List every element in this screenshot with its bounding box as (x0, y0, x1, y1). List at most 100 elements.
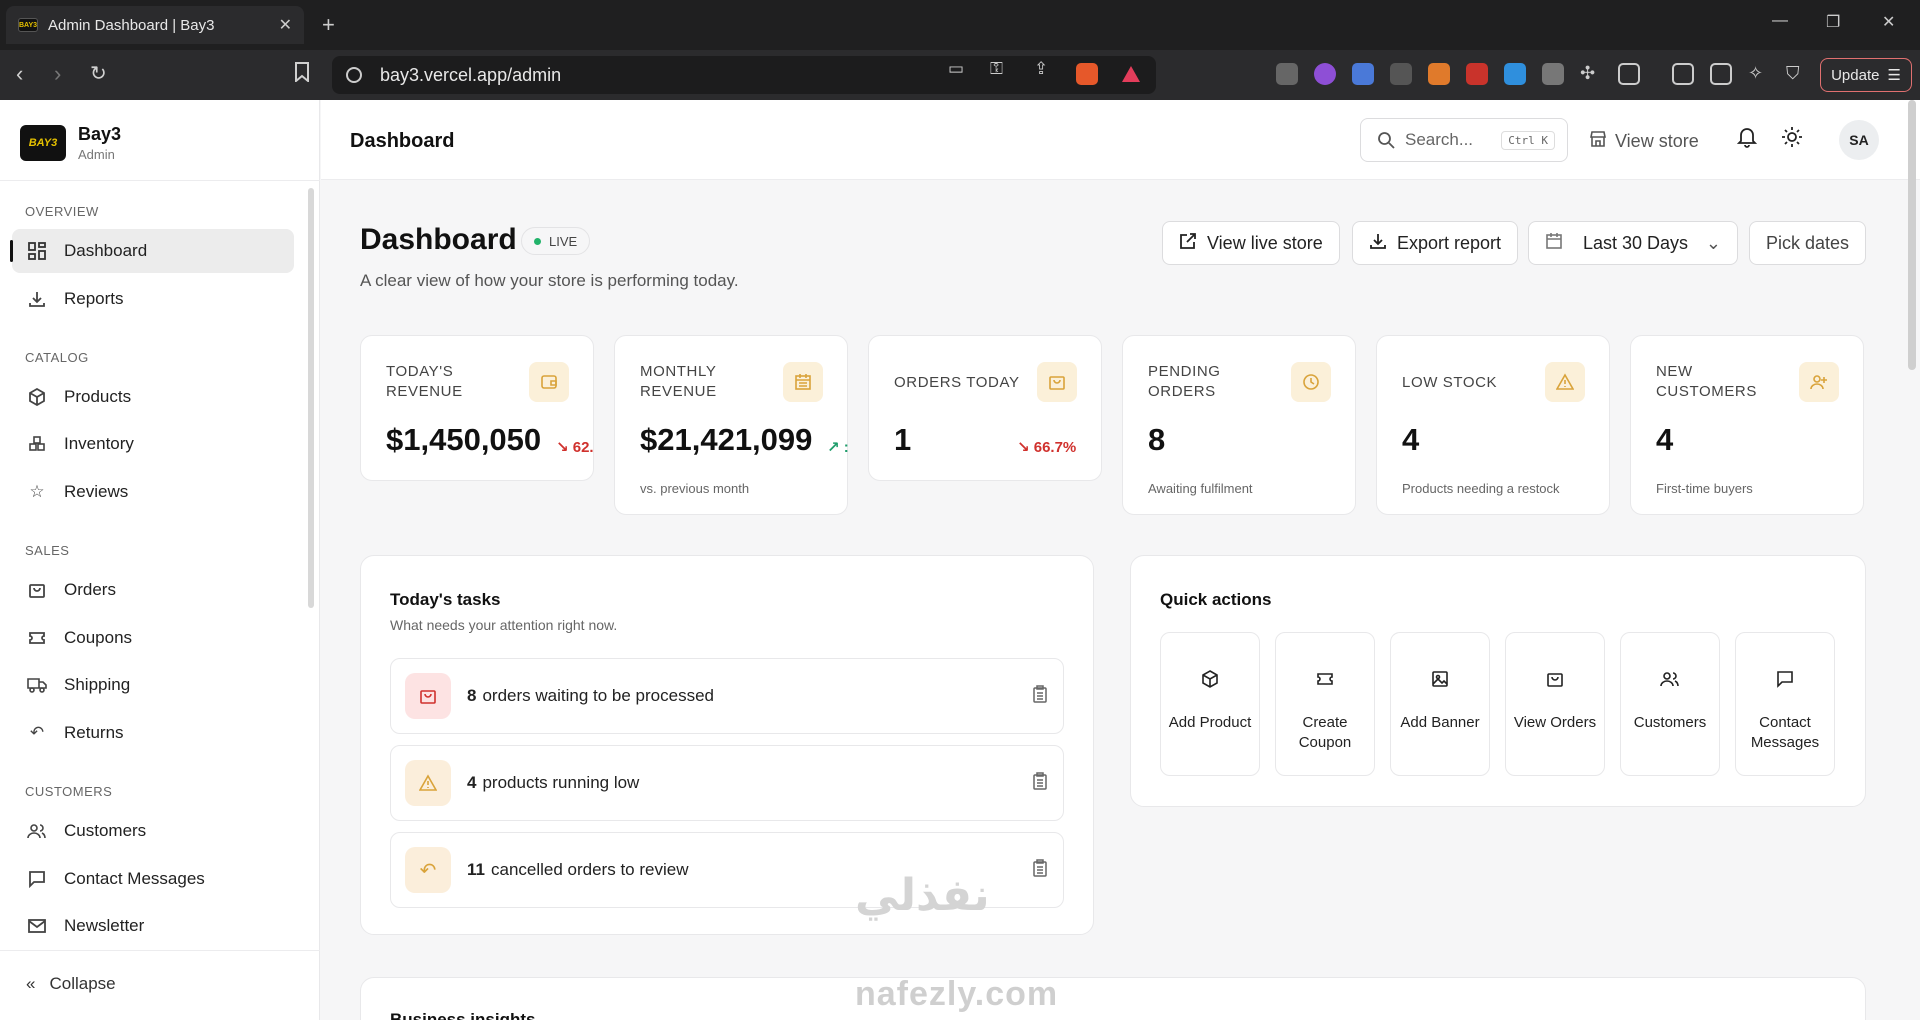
quick-action-contact-messages[interactable]: Contact Messages (1735, 632, 1835, 776)
brave-rewards-icon[interactable] (1120, 63, 1142, 85)
minimize-icon[interactable]: — (1772, 12, 1788, 30)
pick-dates-label: Pick dates (1766, 232, 1850, 253)
quick-action-add-product[interactable]: Add Product (1160, 632, 1260, 776)
sidebar-item-contact-messages[interactable]: Contact Messages (12, 857, 294, 901)
export-report-label: Export report (1397, 232, 1502, 253)
users-icon (26, 820, 48, 842)
undo-icon: ↶ (405, 847, 451, 893)
avatar[interactable]: SA (1839, 120, 1879, 160)
sidebar-item-newsletter[interactable]: Newsletter (12, 904, 294, 948)
sidebar-item-orders[interactable]: Orders (12, 568, 294, 612)
vpn-shield-icon[interactable]: ⛉ (1786, 63, 1808, 85)
quick-action-customers[interactable]: Customers (1620, 632, 1720, 776)
close-tab-icon[interactable]: ✕ (279, 15, 292, 35)
forward-icon[interactable]: › (54, 62, 61, 86)
bag-icon (1535, 659, 1575, 699)
quick-action-create-coupon[interactable]: Create Coupon (1275, 632, 1375, 776)
task-item[interactable]: 4 products running low (390, 745, 1064, 821)
update-button[interactable]: Update ☰ (1820, 58, 1912, 92)
sidebar-item-reviews[interactable]: ☆ Reviews (12, 470, 294, 514)
sidebar-item-returns[interactable]: ↶ Returns (12, 711, 294, 755)
brave-shield-icon[interactable] (1076, 63, 1098, 85)
sidebar-item-coupons[interactable]: Coupons (12, 616, 294, 660)
view-store-link[interactable]: View store (1589, 130, 1699, 153)
bell-icon[interactable] (1736, 126, 1758, 154)
new-tab-icon[interactable]: + (322, 12, 335, 38)
back-icon[interactable]: ‹ (16, 62, 23, 86)
sidebar-item-inventory[interactable]: Inventory (12, 422, 294, 466)
reload-icon[interactable]: ↻ (90, 62, 107, 86)
quick-action-add-banner[interactable]: Add Banner (1390, 632, 1490, 776)
extension-lock-icon[interactable] (1542, 63, 1564, 85)
undo-icon: ↶ (29, 723, 45, 742)
date-range-select[interactable]: Last 30 Days ⌄ (1528, 221, 1738, 265)
pick-dates-button[interactable]: Pick dates (1749, 221, 1867, 265)
clipboard-icon (1033, 772, 1047, 795)
sidebar-item-customers[interactable]: Customers (12, 809, 294, 853)
address-bar[interactable]: bay3.vercel.app/admin (332, 56, 1156, 94)
quick-action-label: Add Product (1168, 714, 1252, 731)
double-chevron-left-icon: « (26, 974, 36, 993)
theme-sun-icon[interactable] (1781, 126, 1803, 154)
extension-mail-icon[interactable] (1276, 63, 1298, 85)
calendar-icon (1545, 232, 1563, 255)
user-plus-icon (1799, 362, 1839, 402)
task-text: orders waiting to be processed (482, 686, 714, 705)
clipboard-icon (1033, 685, 1047, 708)
view-live-store-button[interactable]: View live store (1162, 221, 1340, 265)
close-window-icon[interactable]: ✕ (1882, 12, 1895, 32)
warning-icon (405, 760, 451, 806)
key-icon[interactable]: ⚿ (990, 59, 1003, 79)
quick-action-view-orders[interactable]: View Orders (1505, 632, 1605, 776)
stat-value: $21,421,099 (640, 422, 813, 457)
browser-toolbar: ‹ › ↻ bay3.vercel.app/admin ▭ ⚿ ⇪ ✣ ✧ ⛉ … (0, 50, 1920, 100)
sidebar: BAY3 Bay3 Admin OVERVIEW Dashboard Repor… (0, 100, 320, 1020)
extensions-puzzle-icon[interactable]: ✣ (1580, 63, 1602, 85)
restore-icon[interactable]: ❐ (1826, 12, 1840, 32)
extension-purple-icon[interactable] (1314, 63, 1336, 85)
share-icon[interactable]: ⇪ (1034, 59, 1048, 79)
browser-tab[interactable]: BAY3 Admin Dashboard | Bay3 ✕ (6, 6, 304, 44)
tab-search-icon[interactable] (1618, 63, 1640, 85)
mail-icon (26, 915, 48, 937)
live-label: LIVE (549, 233, 578, 249)
bookmark-icon[interactable] (294, 62, 310, 88)
wallet-icon (529, 362, 569, 402)
extension-orange-icon[interactable] (1428, 63, 1450, 85)
export-report-button[interactable]: Export report (1352, 221, 1519, 265)
extension-blue-icon[interactable] (1352, 63, 1374, 85)
sidebar-item-dashboard[interactable]: Dashboard (10, 229, 294, 273)
sidebar-item-products[interactable]: Products (12, 375, 294, 419)
extension-download-icon[interactable] (1504, 63, 1526, 85)
stat-change: ↘ 62. (556, 439, 594, 456)
sidebar-item-reports[interactable]: Reports (12, 277, 294, 321)
business-insights-card: Business insights (360, 977, 1866, 1020)
cast-icon[interactable]: ▭ (948, 59, 964, 79)
card-subtitle: What needs your attention right now. (390, 617, 618, 633)
site-info-icon[interactable] (346, 67, 362, 83)
page-scrollbar[interactable] (1908, 100, 1916, 370)
task-item[interactable]: 8 orders waiting to be processed (390, 658, 1064, 734)
search-placeholder: Search... (1405, 130, 1474, 149)
sidebar-item-shipping[interactable]: Shipping (12, 663, 294, 707)
url-text: bay3.vercel.app/admin (380, 64, 562, 85)
stat-note: Awaiting fulfilment (1148, 481, 1253, 496)
extension-seo-icon[interactable] (1466, 63, 1488, 85)
extension-t-icon[interactable] (1390, 63, 1412, 85)
search-input[interactable]: Search... Ctrl K (1360, 118, 1568, 162)
sidebar-toggle-icon[interactable] (1672, 63, 1694, 85)
sidebar-bottom-divider (0, 950, 320, 951)
sidebar-divider (0, 180, 320, 181)
wallet-icon[interactable] (1710, 63, 1732, 85)
view-live-store-label: View live store (1207, 232, 1323, 253)
leo-ai-icon[interactable]: ✧ (1748, 63, 1770, 85)
stat-label: MONTHLY REVENUE (640, 363, 717, 400)
collapse-button[interactable]: « Collapse (26, 974, 116, 994)
stat-card-orders-today: ORDERS TODAY 1 ↘ 66.7% (868, 335, 1102, 481)
quick-action-label: Add Banner (1400, 714, 1480, 731)
boxes-icon (26, 433, 48, 455)
sidebar-item-label: Reviews (64, 482, 129, 501)
brand[interactable]: BAY3 Bay3 Admin (20, 124, 121, 162)
quick-action-label: Create Coupon (1298, 714, 1352, 751)
sidebar-scrollbar[interactable] (308, 188, 314, 608)
